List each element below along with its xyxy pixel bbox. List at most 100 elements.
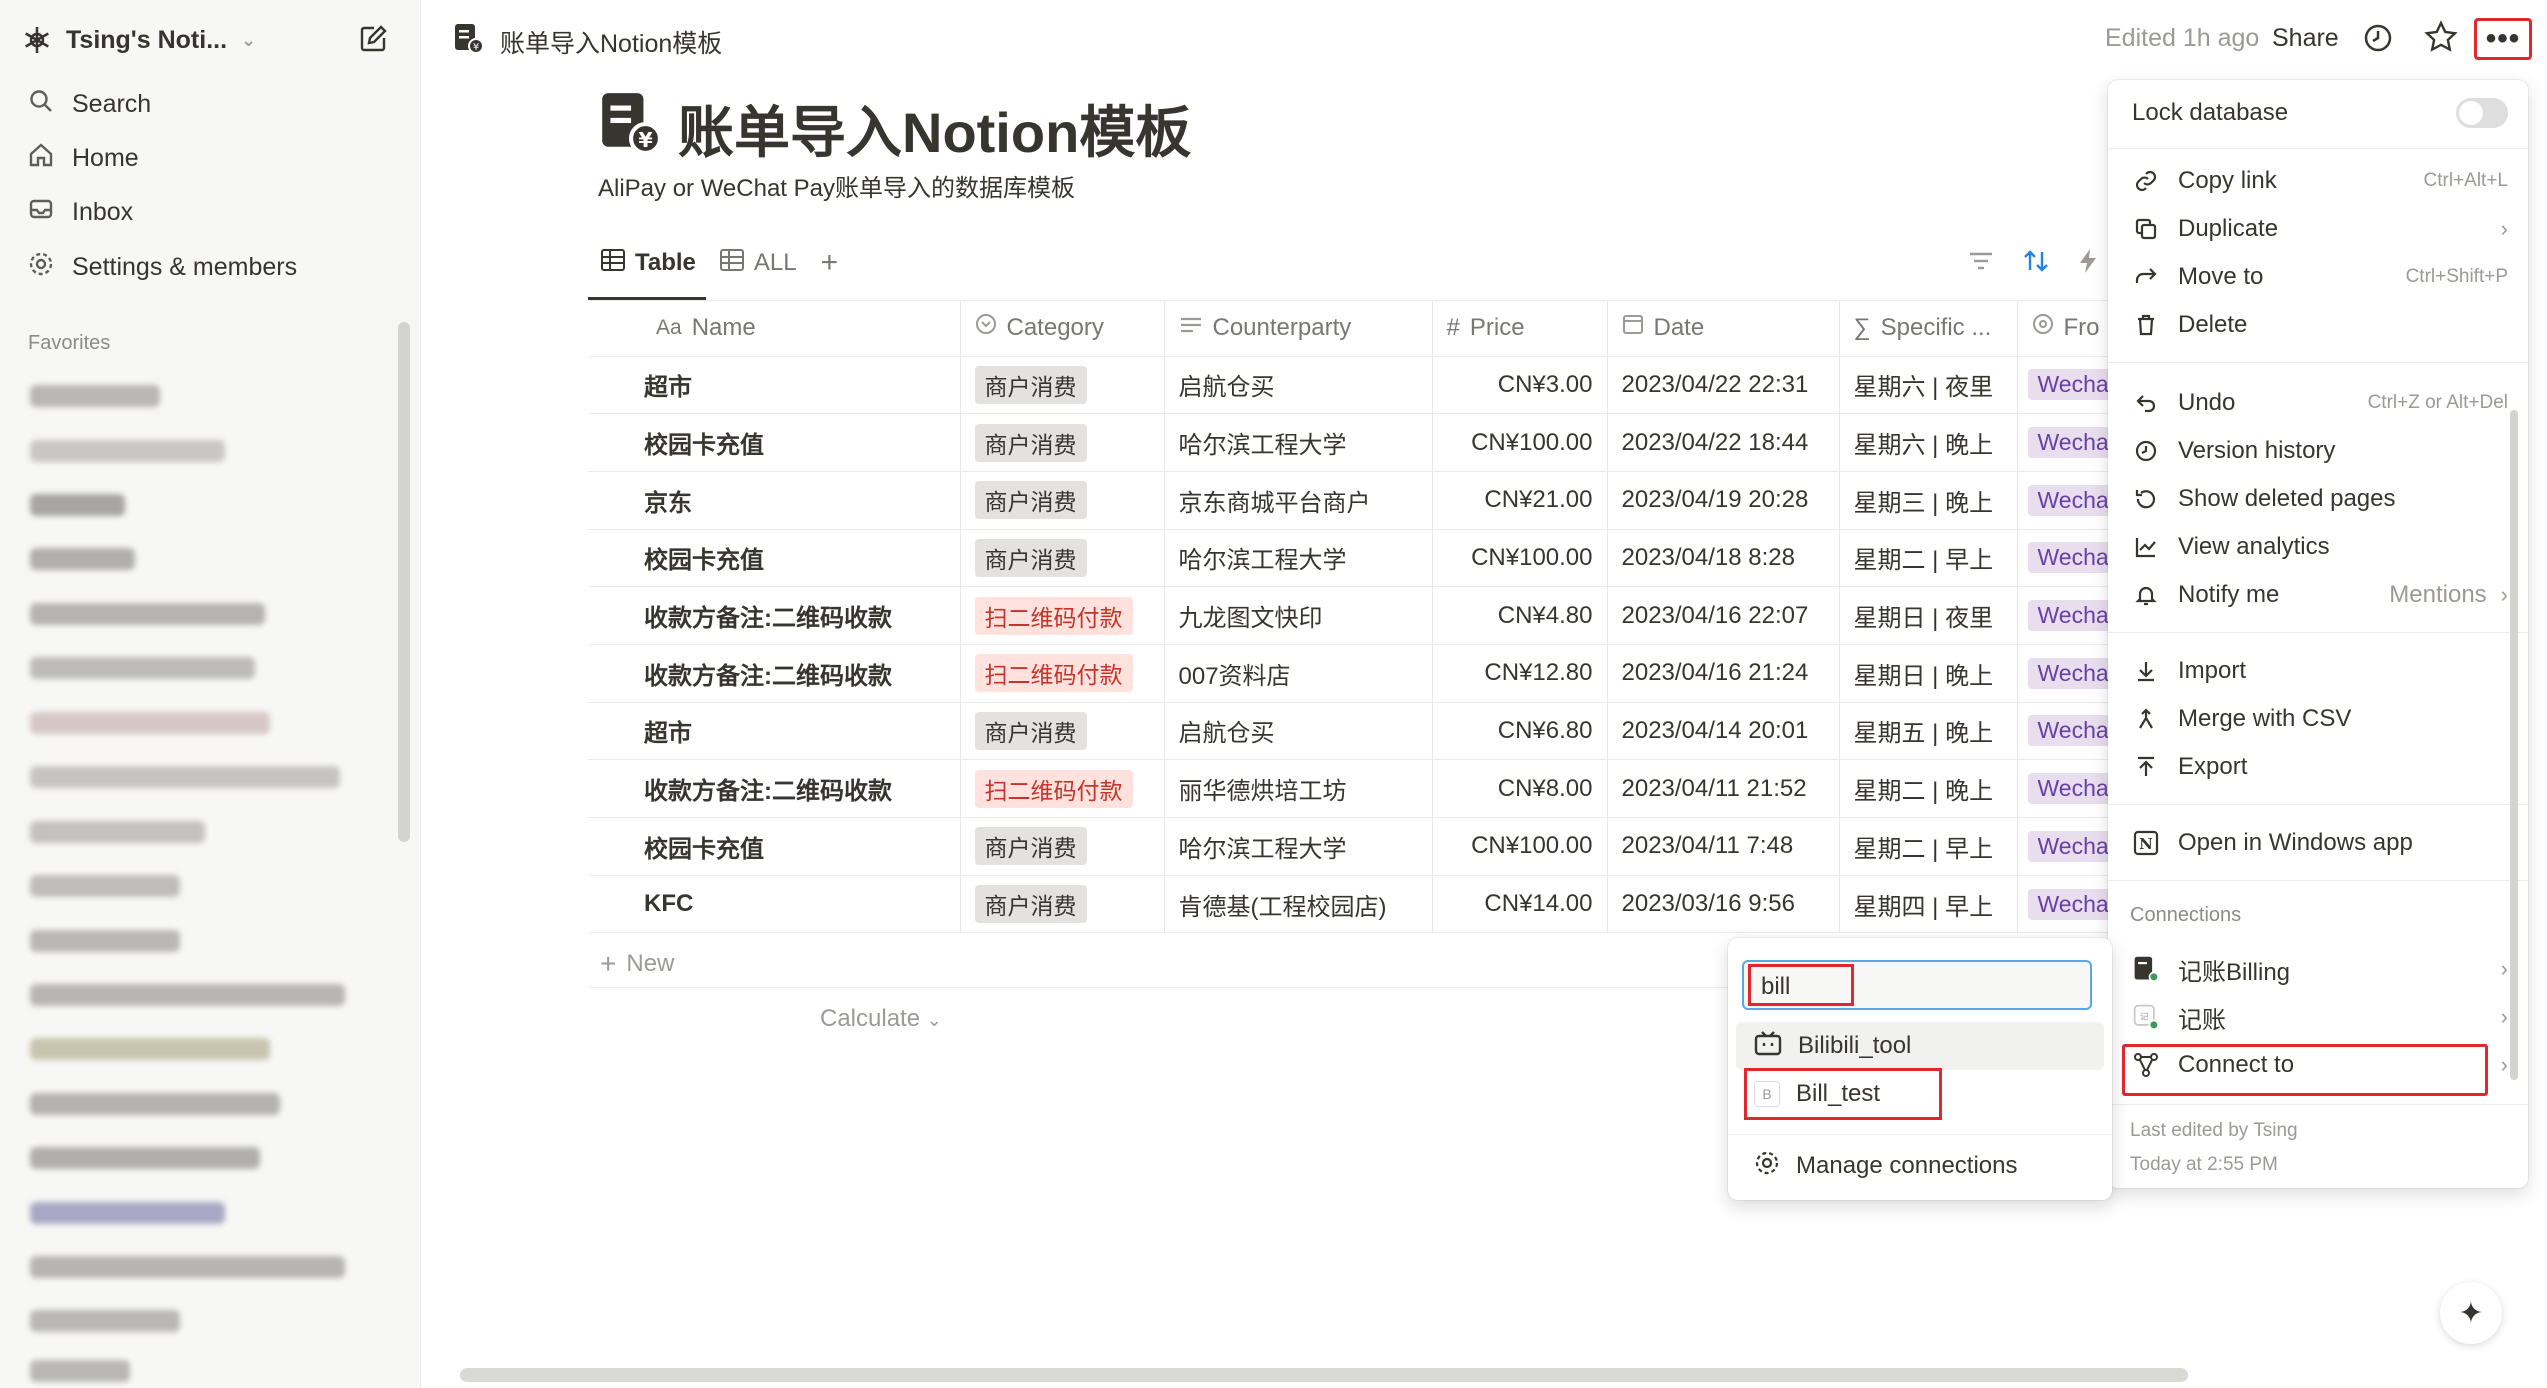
list-item[interactable] (30, 1360, 130, 1382)
cell-category[interactable]: 扫二维码付款 (960, 644, 1165, 703)
connection-search-input[interactable]: bill (1742, 960, 2092, 1010)
cell-name[interactable]: 校园卡充值 (588, 817, 961, 876)
new-page-icon[interactable] (358, 24, 388, 59)
list-item[interactable] (30, 766, 340, 788)
cell-name[interactable]: 校园卡充值 (588, 413, 961, 472)
clock-icon[interactable] (2362, 22, 2394, 59)
table-row[interactable]: 收款方备注:二维码收款 扫二维码付款 007资料店 CN¥12.80 2023/04/1… (588, 644, 2134, 703)
connection-item-jizhang[interactable]: 记 记账 › (2132, 994, 2508, 1040)
cell-category[interactable]: 商户消费 (960, 413, 1165, 472)
cell-price[interactable]: CN¥21.00 (1432, 471, 1608, 530)
menu-item-export[interactable]: Export (2132, 744, 2508, 790)
column-header-category[interactable]: Category (960, 300, 1165, 357)
table-row[interactable]: 超市 商户消费 启航仓买 CN¥6.80 2023/04/14 20:01 星期五 | 晚… (588, 702, 2134, 761)
cell-specific[interactable]: 星期四 | 早上 (1839, 875, 2018, 934)
column-header-name[interactable]: Aa Name (588, 300, 961, 357)
cell-counterparty[interactable]: 007资料店 (1164, 644, 1433, 703)
column-header-specific[interactable]: ∑ Specific ... (1839, 300, 2018, 357)
share-button[interactable]: Share (2272, 24, 2339, 53)
workspace-switcher[interactable]: Tsing's Noti... ⌄ (22, 20, 256, 60)
cell-price[interactable]: CN¥100.00 (1432, 413, 1608, 472)
cell-date[interactable]: 2023/04/11 7:48 (1607, 817, 1840, 876)
menu-item-duplicate[interactable]: Duplicate › (2132, 206, 2508, 252)
cell-price[interactable]: CN¥14.00 (1432, 875, 1608, 934)
cell-specific[interactable]: 星期日 | 夜里 (1839, 586, 2018, 645)
cell-specific[interactable]: 星期五 | 晚上 (1839, 702, 2018, 761)
list-item[interactable] (30, 1147, 260, 1169)
sidebar-item-inbox[interactable]: Inbox (28, 188, 133, 236)
menu-item-delete[interactable]: Delete (2132, 302, 2508, 348)
sidebar-item-settings[interactable]: Settings & members (28, 243, 297, 291)
list-item[interactable] (30, 821, 205, 843)
cell-price[interactable]: CN¥3.00 (1432, 356, 1608, 415)
sort-icon[interactable] (2022, 248, 2050, 279)
cell-category[interactable]: 商户消费 (960, 702, 1165, 761)
column-header-counterparty[interactable]: Counterparty (1164, 300, 1433, 357)
cell-date[interactable]: 2023/04/14 20:01 (1607, 702, 1840, 761)
menu-item-open-app[interactable]: N Open in Windows app (2132, 820, 2508, 866)
list-item[interactable] (30, 603, 265, 625)
table-row[interactable]: KFC 商户消费 肯德基(工程校园店) CN¥14.00 2023/03/16 9:56… (588, 875, 2134, 934)
search-result-bilibili[interactable]: Bilibili_tool (1736, 1022, 2104, 1070)
cell-date[interactable]: 2023/03/16 9:56 (1607, 875, 1840, 934)
cell-category[interactable]: 商户消费 (960, 356, 1165, 415)
list-item[interactable] (30, 548, 135, 570)
table-row[interactable]: 京东 商户消费 京东商城平台商户 CN¥21.00 2023/04/19 20:28 星期… (588, 471, 2134, 530)
lock-database-toggle[interactable]: Lock database (2132, 90, 2508, 136)
cell-name[interactable]: KFC (588, 875, 961, 934)
cell-name[interactable]: 超市 (588, 356, 961, 415)
table-row[interactable]: 校园卡充值 商户消费 哈尔滨工程大学 CN¥100.00 2023/04/22 18:4… (588, 413, 2134, 472)
breadcrumb[interactable]: ¥ 账单导入Notion模板 (452, 22, 722, 61)
cell-category[interactable]: 商户消费 (960, 529, 1165, 588)
more-options-button[interactable]: ••• (2474, 18, 2532, 60)
list-item[interactable] (30, 657, 255, 679)
calculate-button[interactable]: Calculate ⌄ (820, 1005, 942, 1033)
table-row[interactable]: 校园卡充值 商户消费 哈尔滨工程大学 CN¥100.00 2023/04/11 7:48… (588, 817, 2134, 876)
cell-date[interactable]: 2023/04/19 20:28 (1607, 471, 1840, 530)
filter-icon[interactable] (1968, 250, 1994, 277)
cell-name[interactable]: 收款方备注:二维码收款 (588, 586, 961, 645)
cell-price[interactable]: CN¥6.80 (1432, 702, 1608, 761)
sidebar-scrollbar[interactable] (398, 322, 410, 842)
cell-price[interactable]: CN¥8.00 (1432, 759, 1608, 818)
column-header-date[interactable]: Date (1607, 300, 1840, 357)
manage-connections-button[interactable]: Manage connections (1736, 1142, 2104, 1190)
cell-category[interactable]: 扫二维码付款 (960, 586, 1165, 645)
cell-name[interactable]: 校园卡充值 (588, 529, 961, 588)
list-item[interactable] (30, 494, 125, 516)
menu-item-move-to[interactable]: Move to Ctrl+Shift+P (2132, 254, 2508, 300)
menu-item-notify-me[interactable]: Notify me Mentions › (2132, 572, 2508, 618)
cell-specific[interactable]: 星期六 | 晚上 (1839, 413, 2018, 472)
cell-specific[interactable]: 星期二 | 早上 (1839, 529, 2018, 588)
cell-counterparty[interactable]: 启航仓买 (1164, 702, 1433, 761)
cell-counterparty[interactable]: 哈尔滨工程大学 (1164, 529, 1433, 588)
table-row[interactable]: 收款方备注:二维码收款 扫二维码付款 丽华德烘培工坊 CN¥8.00 2023/04/1… (588, 759, 2134, 818)
list-item[interactable] (30, 984, 345, 1006)
sidebar-item-home[interactable]: Home (28, 134, 139, 182)
connection-item-billing[interactable]: 记账Billing › (2132, 946, 2508, 992)
list-item[interactable] (30, 1310, 180, 1332)
table-row[interactable]: 收款方备注:二维码收款 扫二维码付款 九龙图文快印 CN¥4.80 2023/04/16… (588, 586, 2134, 645)
ai-assistant-button[interactable]: ✦ (2440, 1282, 2502, 1344)
cell-counterparty[interactable]: 九龙图文快印 (1164, 586, 1433, 645)
cell-name[interactable]: 超市 (588, 702, 961, 761)
menu-item-merge-csv[interactable]: Merge with CSV (2132, 696, 2508, 742)
menu-scrollbar[interactable] (2510, 410, 2518, 1080)
list-item[interactable] (30, 712, 270, 734)
cell-price[interactable]: CN¥100.00 (1432, 817, 1608, 876)
list-item[interactable] (30, 875, 180, 897)
cell-specific[interactable]: 星期六 | 夜里 (1839, 356, 2018, 415)
cell-category[interactable]: 扫二维码付款 (960, 759, 1165, 818)
horizontal-scrollbar[interactable] (460, 1368, 2188, 1382)
cell-date[interactable]: 2023/04/22 22:31 (1607, 356, 1840, 415)
list-item[interactable] (30, 1256, 345, 1278)
cell-specific[interactable]: 星期日 | 晚上 (1839, 644, 2018, 703)
cell-name[interactable]: 收款方备注:二维码收款 (588, 759, 961, 818)
cell-price[interactable]: CN¥12.80 (1432, 644, 1608, 703)
table-row[interactable]: 超市 商户消费 启航仓买 CN¥3.00 2023/04/22 22:31 星期六 | 夜… (588, 356, 2134, 415)
cell-counterparty[interactable]: 京东商城平台商户 (1164, 471, 1433, 530)
cell-counterparty[interactable]: 哈尔滨工程大学 (1164, 817, 1433, 876)
list-item[interactable] (30, 1202, 225, 1224)
star-icon[interactable] (2424, 20, 2458, 59)
cell-category[interactable]: 商户消费 (960, 817, 1165, 876)
